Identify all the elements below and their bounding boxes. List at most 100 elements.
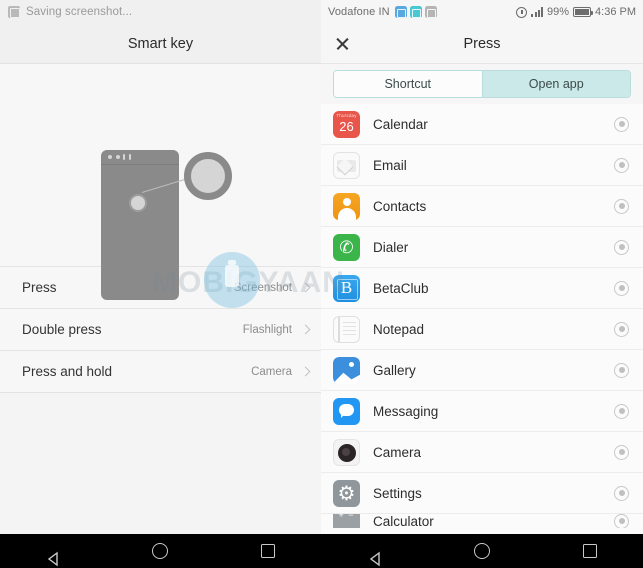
status-right-cluster: 99% 4:36 PM (516, 6, 636, 18)
table-row[interactable]: Notepad (321, 309, 643, 350)
segmented-control: Shortcut Open app (333, 70, 631, 98)
radio-button[interactable] (614, 403, 629, 419)
dual-screenshot-container: Saving screenshot... Smart key Press Scr… (0, 0, 643, 568)
edit-icon (409, 6, 422, 18)
action-label: Double press (22, 322, 102, 337)
back-icon[interactable] (46, 543, 59, 567)
radio-button[interactable] (614, 444, 629, 460)
contacts-icon (333, 192, 360, 220)
close-button[interactable] (321, 24, 363, 64)
table-row[interactable]: Settings (321, 473, 643, 514)
radio-button[interactable] (614, 280, 629, 296)
list-item[interactable]: Press and hold Camera (0, 351, 321, 393)
fingerprint-sensor-callout-icon (184, 152, 232, 200)
chevron-right-icon (300, 282, 311, 293)
action-value: Camera (251, 365, 292, 378)
settings-icon (333, 479, 360, 507)
messaging-icon (333, 397, 360, 425)
app-list[interactable]: Thursday 26 Calendar Email Contacts Dial… (321, 104, 643, 534)
page-title: Press (463, 35, 501, 52)
radio-button[interactable] (614, 198, 629, 214)
right-screen-press-app-picker: Vodafone IN 99% 4:36 PM Press Shortcut O… (321, 0, 643, 568)
radio-button[interactable] (614, 239, 629, 255)
calendar-weekday: Thursday (336, 112, 357, 118)
radio-button[interactable] (614, 362, 629, 378)
right-header-bar: Press (321, 24, 643, 64)
chevron-right-icon (300, 366, 311, 377)
tab-bar: Shortcut Open app (321, 64, 643, 104)
home-icon[interactable] (151, 543, 168, 559)
list-item[interactable]: Double press Flashlight (0, 309, 321, 351)
calendar-icon: Thursday 26 (333, 110, 360, 138)
betaclub-icon (333, 274, 360, 302)
radio-button[interactable] (614, 116, 629, 132)
calculator-icon (333, 514, 360, 528)
smart-key-illustration (0, 64, 321, 300)
notepad-icon (333, 315, 360, 343)
table-row[interactable]: Camera (321, 432, 643, 473)
home-icon[interactable] (473, 543, 490, 559)
phone-sensor-dots (108, 154, 131, 160)
radio-button[interactable] (614, 157, 629, 173)
email-icon (333, 151, 360, 179)
close-icon (335, 37, 349, 51)
left-title-bar: Smart key (0, 24, 321, 64)
signal-bars-icon (531, 7, 543, 17)
table-row[interactable]: Email (321, 145, 643, 186)
table-row[interactable]: BetaClub (321, 268, 643, 309)
camera-icon (333, 438, 360, 466)
right-status-bar: Vodafone IN 99% 4:36 PM (321, 0, 643, 24)
page-title: Smart key (127, 35, 194, 52)
battery-icon (573, 7, 594, 17)
action-value: Flashlight (242, 323, 292, 336)
app-name: Email (373, 157, 407, 173)
carrier-label: Vodafone IN (328, 6, 390, 18)
app-name: Calculator (373, 514, 434, 528)
radio-button[interactable] (614, 514, 629, 528)
table-row[interactable]: Contacts (321, 186, 643, 227)
left-screen-smart-key: Saving screenshot... Smart key Press Scr… (0, 0, 344, 568)
table-row[interactable]: Gallery (321, 350, 643, 391)
app-name: Notepad (373, 321, 425, 337)
app-name: Settings (373, 485, 422, 501)
sync-icon (394, 6, 407, 18)
saving-screenshot-text: Saving screenshot... (26, 6, 133, 18)
chevron-right-icon (300, 324, 311, 335)
radio-button[interactable] (614, 321, 629, 337)
dialer-icon (333, 233, 360, 261)
battery-percent-label: 99% (547, 6, 570, 18)
tab-shortcut[interactable]: Shortcut (334, 71, 482, 97)
app-name: Camera (373, 444, 422, 460)
table-row[interactable]: Thursday 26 Calendar (321, 104, 643, 145)
gallery-sun-dot (349, 361, 354, 367)
left-empty-area (0, 393, 321, 534)
tab-open-app[interactable]: Open app (481, 71, 630, 97)
screenshot-icon (8, 6, 20, 18)
recents-icon[interactable] (582, 544, 597, 558)
phone-back-illustration (101, 150, 179, 300)
action-value: Screenshot (233, 281, 292, 294)
back-icon[interactable] (368, 543, 381, 567)
table-row[interactable]: Dialer (321, 227, 643, 268)
table-row[interactable]: Calculator (321, 514, 643, 528)
app-name: BetaClub (373, 280, 429, 296)
screenshot-icon (424, 6, 437, 18)
table-row[interactable]: Messaging (321, 391, 643, 432)
status-notification-icons (394, 6, 437, 18)
clock-label: 4:36 PM (595, 6, 636, 18)
app-name: Calendar (373, 116, 428, 132)
phone-top-divider (101, 164, 179, 165)
app-name: Messaging (373, 403, 439, 419)
recents-icon[interactable] (260, 544, 275, 558)
gallery-icon (333, 356, 360, 384)
app-name: Gallery (373, 362, 416, 378)
app-name: Dialer (373, 239, 409, 255)
action-label: Press and hold (22, 364, 113, 379)
left-navigation-bar (0, 534, 321, 568)
radio-button[interactable] (614, 485, 629, 501)
fingerprint-sensor-icon (129, 194, 147, 212)
app-name: Contacts (373, 198, 427, 214)
calendar-date: 26 (339, 118, 354, 134)
left-status-bar: Saving screenshot... (0, 0, 321, 24)
right-navigation-bar (321, 534, 643, 568)
